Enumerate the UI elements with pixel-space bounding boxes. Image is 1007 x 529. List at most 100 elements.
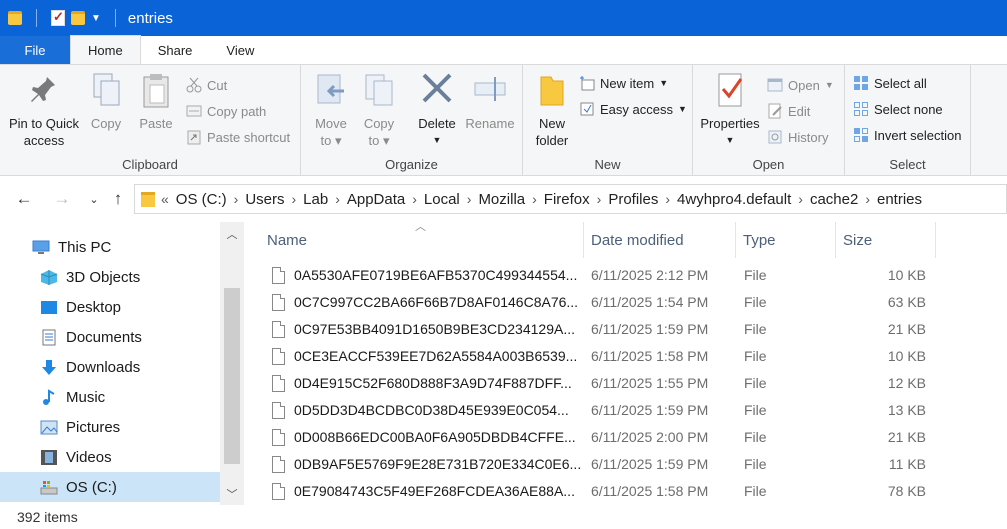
select-none-button[interactable]: Select none <box>853 99 943 119</box>
copy-button[interactable]: Copy <box>88 71 124 132</box>
new-folder-label-2: folder <box>535 133 569 148</box>
move-to-text: to <box>320 133 332 148</box>
open-button[interactable]: Open ▼ <box>767 75 834 95</box>
column-header-date[interactable]: Date modified <box>584 222 736 258</box>
select-all-icon <box>853 75 869 91</box>
tab-file[interactable]: File <box>0 36 70 65</box>
file-row[interactable]: 0CE3EACCF539EE7D62A5584A003B6539... 6/11… <box>260 343 960 370</box>
properties-dropdown-icon: ▼ <box>725 135 735 145</box>
paste-shortcut-button[interactable]: Paste shortcut <box>186 127 290 147</box>
cut-label: Cut <box>207 77 228 93</box>
up-arrow-icon[interactable]: ↑ <box>104 189 132 209</box>
new-folder-button[interactable]: New folder <box>531 71 573 149</box>
file-row[interactable]: 0D5DD3D4BCDBC0D38D45E939E0C054... 6/11/2… <box>260 397 960 424</box>
nav-item-desktop[interactable]: Desktop <box>40 292 220 322</box>
open-icon <box>767 77 783 93</box>
cut-button[interactable]: Cut <box>186 75 227 95</box>
new-folder-icon[interactable] <box>71 11 85 25</box>
copy-to-label-1: Copy <box>363 116 395 131</box>
tab-share[interactable]: Share <box>141 36 210 65</box>
file-type: File <box>744 483 767 499</box>
nav-item-os-c[interactable]: OS (C:) <box>0 472 220 502</box>
breadcrumb-local[interactable]: Local <box>417 191 467 208</box>
select-group: Select all Select none Invert selection … <box>845 65 971 175</box>
nav-pane-scrollbar[interactable]: ︿ ﹀ <box>220 222 244 505</box>
file-row[interactable]: 0DB9AF5E5769F9E28E731B720E334C0E6... 6/1… <box>260 451 960 478</box>
breadcrumb-profiles[interactable]: Profiles <box>601 191 665 208</box>
breadcrumb-users[interactable]: Users <box>238 191 291 208</box>
easy-access-button[interactable]: Easy access ▼ <box>579 99 687 119</box>
copy-path-button[interactable]: Copy path <box>186 101 266 121</box>
nav-item-3d-objects[interactable]: 3D Objects <box>40 262 220 292</box>
copy-label: Copy <box>90 116 122 131</box>
drive-icon <box>40 479 58 496</box>
file-type: File <box>744 294 767 310</box>
history-button[interactable]: History <box>767 127 828 147</box>
column-size-label: Size <box>843 231 873 249</box>
breadcrumb-cache2[interactable]: cache2 <box>803 191 865 208</box>
file-date: 6/11/2025 1:59 PM <box>591 456 709 472</box>
nav-item-pictures[interactable]: Pictures <box>40 412 220 442</box>
file-row[interactable]: 0E79084743C5F49EF268FCDEA36AE88A... 6/11… <box>260 478 960 505</box>
file-row[interactable]: 0C7C997CC2BA66F66B7D8AF0146C8A76... 6/11… <box>260 289 960 316</box>
pin-to-quick-access-button[interactable]: Pin to Quick access <box>6 71 82 149</box>
breadcrumb-os-c[interactable]: OS (C:) <box>169 191 234 208</box>
invert-selection-button[interactable]: Invert selection <box>853 125 961 145</box>
file-row[interactable]: 0D008B66EDC00BA0F6A905DBDB4CFFE... 6/11/… <box>260 424 960 451</box>
file-row[interactable]: 0C97E53BB4091D1650B9BE3CD234129A... 6/11… <box>260 316 960 343</box>
file-name: 0E79084743C5F49EF268FCDEA36AE88A... <box>294 483 575 499</box>
file-name: 0CE3EACCF539EE7D62A5584A003B6539... <box>294 348 578 364</box>
move-to-button[interactable]: Move to ▾ <box>311 71 351 149</box>
delete-button[interactable]: Delete ▼ <box>415 71 459 149</box>
nav-item-this-pc[interactable]: This PC <box>32 232 220 262</box>
nav-item-documents[interactable]: Documents <box>40 322 220 352</box>
delete-label: Delete <box>418 116 456 131</box>
nav-label: This PC <box>58 238 112 256</box>
ribbon-tabs: File Home Share View <box>0 35 1007 65</box>
navigation-bar: ← → ⌄ ↑ « OS (C:) › Users › Lab › AppData › … <box>0 180 1007 218</box>
breadcrumb-overflow[interactable]: « <box>161 191 169 207</box>
file-icon <box>272 429 285 446</box>
file-row[interactable]: 0A5530AFE0719BE6AFB5370C499344554... 6/1… <box>260 262 960 289</box>
tab-view[interactable]: View <box>209 36 271 65</box>
forward-arrow-icon[interactable]: → <box>48 189 76 209</box>
rename-button[interactable]: Rename <box>465 71 515 132</box>
column-header-name[interactable]: Name ︿ <box>260 221 584 258</box>
copy-to-button[interactable]: Copy to ▾ <box>361 71 397 149</box>
scroll-down-icon[interactable]: ﹀ <box>220 486 244 502</box>
open-label: Open <box>788 77 820 93</box>
breadcrumb-firefox[interactable]: Firefox <box>537 191 597 208</box>
breadcrumb-entries[interactable]: entries <box>870 191 929 208</box>
properties-button[interactable]: Properties ▼ <box>697 71 763 149</box>
open-group-label: Open <box>752 157 785 172</box>
new-item-button[interactable]: New item ▼ <box>579 73 668 93</box>
pictures-icon <box>40 419 58 436</box>
scrollbar-thumb[interactable] <box>224 288 240 464</box>
breadcrumb-appdata[interactable]: AppData <box>340 191 412 208</box>
select-all-button[interactable]: Select all <box>853 73 927 93</box>
scroll-up-icon[interactable]: ︿ <box>220 226 244 242</box>
tab-home[interactable]: Home <box>70 35 141 65</box>
customize-toolbar-icon[interactable]: ▼ <box>91 13 101 24</box>
edit-button[interactable]: Edit <box>767 101 810 121</box>
file-type: File <box>744 402 767 418</box>
file-row[interactable]: 0D4E915C52F680D888F3A9D74F887DFF... 6/11… <box>260 370 960 397</box>
paste-button[interactable]: Paste <box>136 71 176 132</box>
copy-to-text: to <box>368 133 380 148</box>
breadcrumb-lab[interactable]: Lab <box>296 191 335 208</box>
column-header-type[interactable]: Type <box>736 222 836 258</box>
open-dropdown-icon: ▼ <box>824 80 834 90</box>
file-icon <box>272 267 285 284</box>
divider <box>36 9 37 27</box>
nav-item-downloads[interactable]: Downloads <box>40 352 220 382</box>
breadcrumb-mozilla[interactable]: Mozilla <box>471 191 532 208</box>
sort-ascending-icon: ︿ <box>415 221 426 233</box>
back-arrow-icon[interactable]: ← <box>10 189 38 209</box>
column-header-size[interactable]: Size <box>836 222 936 258</box>
column-name-label: Name <box>267 231 308 249</box>
nav-item-music[interactable]: Music <box>40 382 220 412</box>
nav-item-videos[interactable]: Videos <box>40 442 220 472</box>
breadcrumb-profile-folder[interactable]: 4wyhpro4.default <box>670 191 798 208</box>
properties-icon[interactable] <box>51 9 65 26</box>
address-bar[interactable]: « OS (C:) › Users › Lab › AppData › Local › M… <box>134 184 1007 214</box>
